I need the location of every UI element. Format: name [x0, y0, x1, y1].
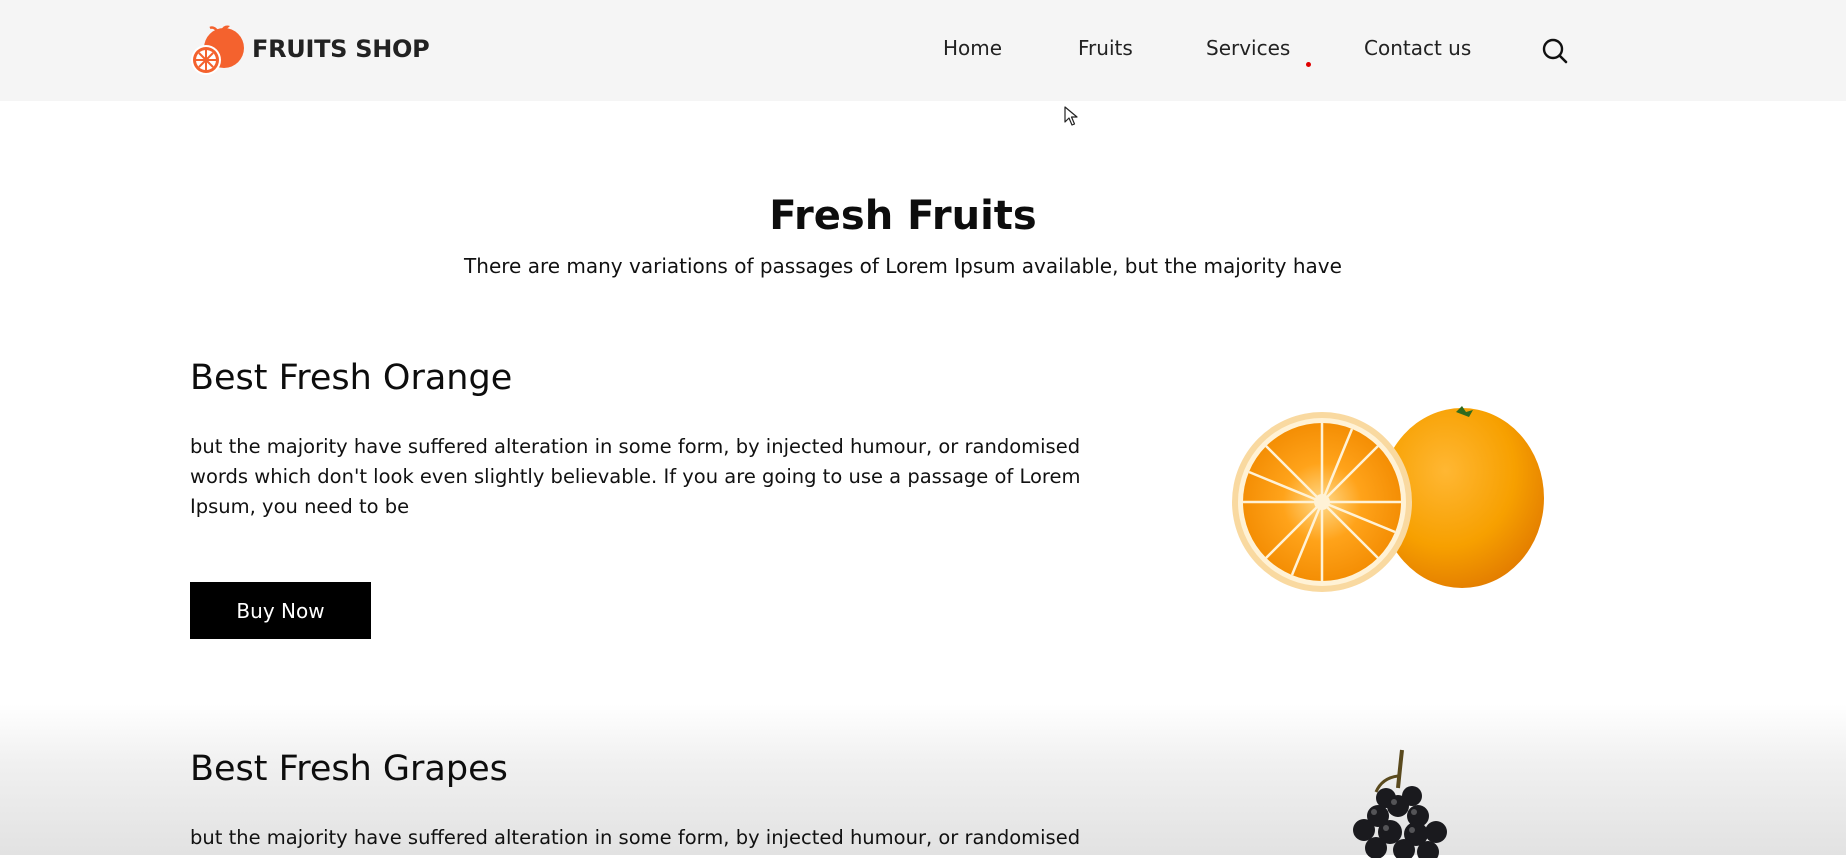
- nav-home[interactable]: Home: [943, 36, 1002, 60]
- buy-now-button[interactable]: Buy Now: [190, 582, 371, 639]
- brand-name: FRUITS SHOP: [252, 35, 430, 63]
- nav-services[interactable]: Services: [1206, 36, 1290, 60]
- section-subtitle: There are many variations of passages of…: [464, 254, 1342, 278]
- search-icon[interactable]: [1541, 37, 1569, 65]
- nav-contact-us[interactable]: Contact us: [1364, 36, 1471, 60]
- nav-fruits[interactable]: Fruits: [1078, 36, 1133, 60]
- active-indicator-dot: [1306, 62, 1311, 67]
- brand-logo[interactable]: FRUITS SHOP: [188, 20, 430, 78]
- mouse-cursor-icon: [1064, 106, 1078, 126]
- orange-image: [1230, 404, 1550, 596]
- grapes-image: [1320, 748, 1470, 862]
- product-description-grapes: but the majority have suffered alteratio…: [190, 826, 1081, 849]
- product-title-orange: Best Fresh Orange: [190, 358, 513, 398]
- product-title-grapes: Best Fresh Grapes: [190, 749, 508, 789]
- site-header: FRUITS SHOP Home Fruits Services Contact…: [0, 0, 1846, 101]
- orange-fruit-logo-icon: [188, 20, 246, 78]
- section-title: Fresh Fruits: [769, 193, 1037, 239]
- product-description-orange: but the majority have suffered alteratio…: [190, 435, 1081, 518]
